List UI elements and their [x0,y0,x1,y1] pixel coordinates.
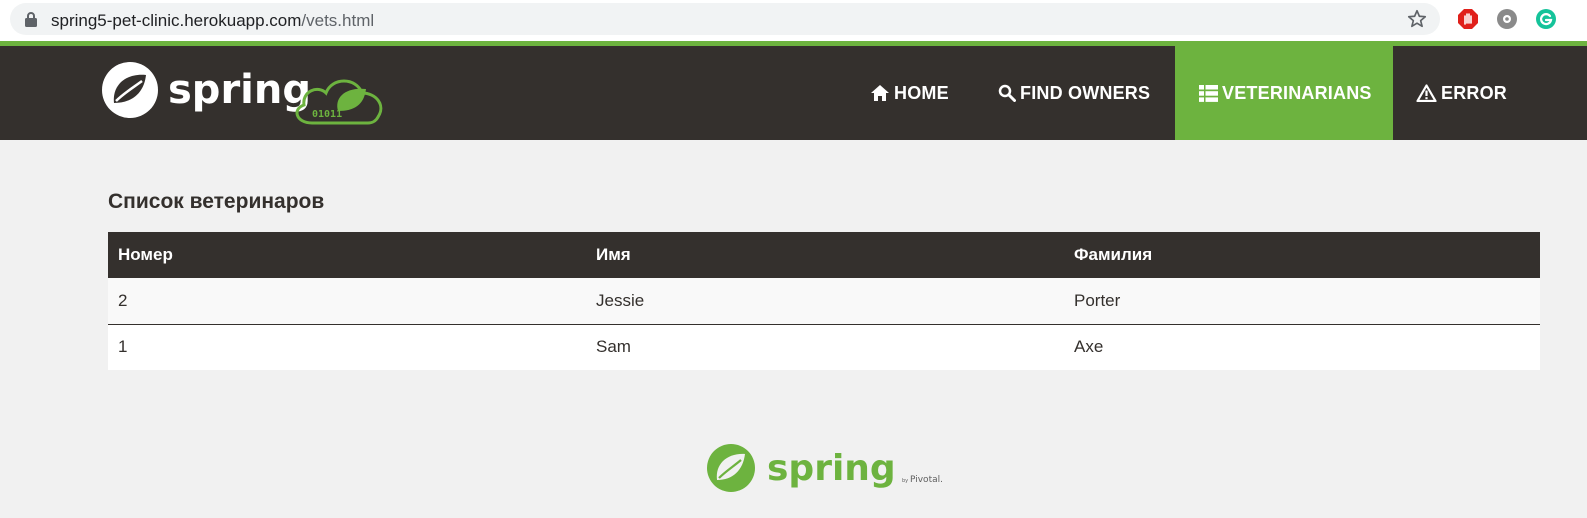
cell-first-name: Jessie [586,278,1064,325]
column-header-last-name: Фамилия [1064,232,1540,278]
search-icon [998,84,1016,102]
svg-text:01011: 01011 [312,109,342,120]
spring-logo[interactable]: spring 01011 [100,59,390,129]
nav-error[interactable]: ERROR [1416,46,1507,140]
bookmark-star-icon[interactable] [1406,8,1428,30]
navbar: spring 01011 HOME FIND OWNERS VETERINARI… [0,46,1587,140]
cell-first-name: Sam [586,324,1064,370]
nav-home-label: HOME [894,82,949,103]
grammarly-extension-icon[interactable] [1535,8,1557,30]
table-row: 1 Sam Axe [108,324,1540,370]
table-header-row: Номер Имя Фамилия [108,232,1540,278]
cell-last-name: Axe [1064,324,1540,370]
address-bar[interactable]: spring5-pet-clinic.herokuapp.com/vets.ht… [10,3,1440,35]
page-title: Список ветеринаров [108,190,325,213]
nav-veterinarians-label: VETERINARIANS [1222,82,1372,103]
nav-find-owners-label: FIND OWNERS [1020,82,1151,103]
nav-find-owners[interactable]: FIND OWNERS [998,46,1150,140]
column-header-number: Номер [108,232,586,278]
url-path: /vets.html [301,11,375,30]
cell-number: 1 [108,324,586,370]
table-row: 2 Jessie Porter [108,278,1540,325]
home-icon [871,85,889,101]
svg-text:by: by [902,478,908,484]
svg-text:spring: spring [168,67,311,113]
svg-text:Pivotal.: Pivotal. [910,475,943,485]
nav-error-label: ERROR [1441,82,1508,103]
extension-icon[interactable] [1496,8,1518,30]
cell-number: 2 [108,278,586,325]
column-header-first-name: Имя [586,232,1064,278]
lock-icon[interactable] [24,11,38,27]
vets-table: Номер Имя Фамилия 2 Jessie Porter 1 Sam … [108,232,1540,370]
cell-last-name: Porter [1064,278,1540,325]
list-icon [1199,84,1218,102]
spring-by-pivotal-logo: spring by Pivotal. [707,444,943,492]
browser-toolbar: spring5-pet-clinic.herokuapp.com/vets.ht… [0,0,1587,41]
url-host: spring5-pet-clinic.herokuapp.com [51,11,302,30]
adblock-extension-icon[interactable] [1457,8,1479,30]
warning-icon [1416,84,1437,102]
url-text[interactable]: spring5-pet-clinic.herokuapp.com/vets.ht… [51,11,374,31]
nav-veterinarians[interactable]: VETERINARIANS [1175,46,1393,140]
nav-home[interactable]: HOME [870,46,949,140]
svg-text:spring: spring [767,448,896,489]
